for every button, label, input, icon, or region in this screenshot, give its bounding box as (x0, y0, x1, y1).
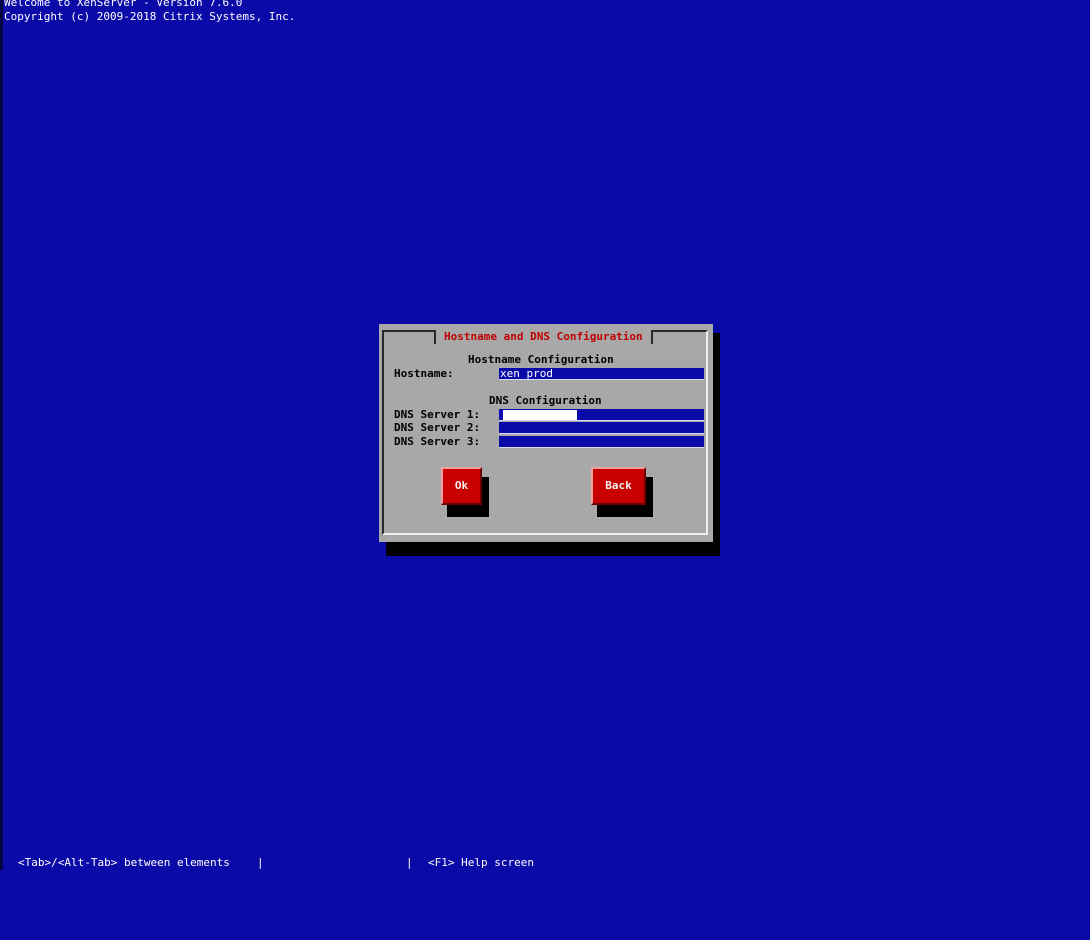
dns-server-3-label: DNS Server 3: (394, 435, 481, 448)
installer-screen: Welcome to XenServer - Version 7.6.0 Cop… (0, 0, 1090, 870)
hostname-section-title: Hostname Configuration (468, 353, 614, 366)
hostname-label: Hostname: (394, 367, 454, 380)
dns-server-1-input[interactable] (499, 409, 704, 421)
status-tab-hint: <Tab>/<Alt-Tab> between elements (18, 856, 230, 869)
dns-server-2-input[interactable] (499, 422, 704, 434)
status-help-hint: <F1> Help screen (428, 856, 534, 869)
dns-section-title: DNS Configuration (489, 394, 602, 407)
copyright-line: Copyright (c) 2009-2018 Citrix Systems, … (4, 10, 296, 23)
dns-server-2-label: DNS Server 2: (394, 421, 481, 434)
hostname-input[interactable]: xen_prod_ (499, 368, 704, 380)
status-separator: | (257, 856, 264, 869)
dns-server-1-label: DNS Server 1: (394, 408, 481, 421)
status-separator: | (406, 856, 413, 869)
screen-edge (0, 0, 3, 870)
dialog-frame: Hostname and DNS Configuration Hostname … (382, 330, 708, 535)
status-bar: <Tab>/<Alt-Tab> between elements | | <F1… (0, 856, 1090, 870)
dialog-title: Hostname and DNS Configuration (434, 330, 653, 344)
hostname-dns-dialog: Hostname and DNS Configuration Hostname … (379, 324, 713, 542)
welcome-line: Welcome to XenServer - Version 7.6.0 (4, 0, 243, 9)
redaction-block (503, 410, 577, 420)
ok-button[interactable]: Ok (441, 467, 482, 505)
dns-server-3-input[interactable] (499, 436, 704, 448)
back-button[interactable]: Back (591, 467, 646, 505)
